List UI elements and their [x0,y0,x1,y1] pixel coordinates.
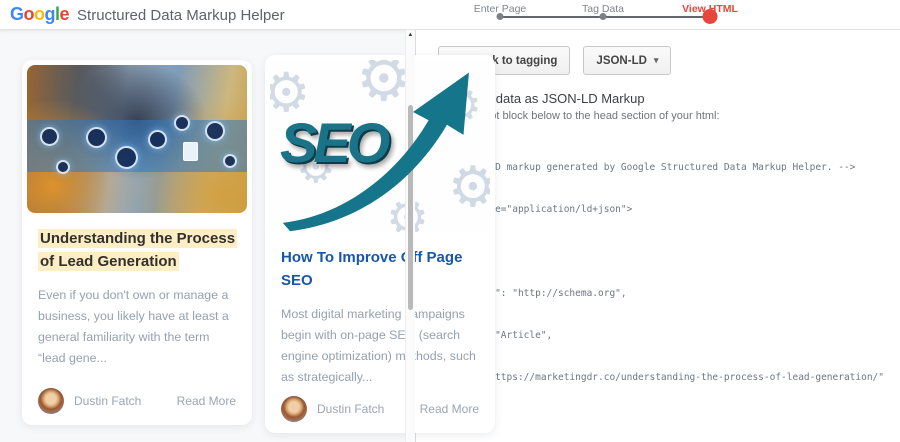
chevron-down-icon: ▾ [653,55,659,65]
page-preview-pane: Understanding the Process of Lead Genera… [0,30,495,442]
progress-stepper: Enter Page Tag Data View HTML [474,0,738,30]
article-image-seo: ⚙ ⚙ ⚙ ⚙ ⚙ ⚙ SEO [270,60,490,232]
collage-icon-circle [55,159,70,174]
main-area: Understanding the Process of Lead Genera… [0,30,900,442]
article-card-off-page-seo: ⚙ ⚙ ⚙ ⚙ ⚙ ⚙ SEO How To Improve Off Page … [265,55,495,433]
collage-icon-circle [222,153,237,168]
logo-letter: g [44,4,56,24]
collage-tablet-icon [183,141,199,161]
article-excerpt[interactable]: Most digital marketing campaigns begin w… [281,304,479,389]
article-footer: Dustin Fatch Read More [281,396,479,422]
step-dot [599,13,607,20]
google-logo: G o o g l e Structured Data Markup Helpe… [10,4,285,25]
code-line: } [432,413,884,427]
code-line: { [432,245,884,259]
article-footer: Dustin Fatch Read More [38,388,236,414]
code-line: <script type="application/ld+json"> [432,204,633,215]
article-excerpt[interactable]: Even if you don't own or manage a busine… [38,285,236,370]
author-name[interactable]: Dustin Fatch [317,402,384,416]
format-selector-label: JSON-LD [596,54,647,67]
step-view-html: View HTML [675,0,745,24]
markup-heading: Structured data as JSON-LD Markup [432,91,645,106]
format-selector-dropdown[interactable]: JSON-LD ▾ [583,46,672,75]
logo-letter: o [34,4,45,24]
markup-instructions: Add the script block below to the head s… [432,110,720,122]
author-avatar [281,396,307,422]
author-avatar [38,388,64,414]
code-line: "url": "https://marketingdr.co/understan… [432,372,884,383]
step-dot-active [702,9,718,24]
read-more-link[interactable]: Read More [420,402,479,416]
code-line: "@type": "Article", [444,330,553,341]
author-name[interactable]: Dustin Fatch [74,394,141,408]
code-line: "@context": "http://schema.org", [432,288,627,299]
app-header: G o o g l e Structured Data Markup Helpe… [0,0,900,30]
markup-toolbar: ← Back to tagging JSON-LD ▾ [432,38,884,77]
article-card-lead-generation: Understanding the Process of Lead Genera… [22,60,252,425]
code-line: <!-- JSON-LD markup generated by Google … [432,162,856,173]
page-title: Structured Data Markup Helper [77,7,285,24]
tagged-article-title[interactable]: Understanding the Process of Lead Genera… [38,229,238,272]
step-tag-data: Tag Data [568,0,638,20]
article-image-collage [27,65,247,213]
collage-icon-circle [148,130,167,150]
step-dot [496,13,504,20]
generated-code-block: <!-- JSON-LD markup generated by Google … [432,133,884,442]
seo-image-text: SEO [280,111,390,174]
read-more-link[interactable]: Read More [177,394,236,408]
step-enter-page: Enter Page [465,0,535,20]
scroll-up-arrow-icon[interactable]: ▲ [406,32,416,38]
logo-letter: G [10,4,24,24]
logo-letter: e [59,4,70,24]
article-title[interactable]: How To Improve Off Page SEO [281,246,479,293]
article-title: Understanding the Process of Lead Genera… [38,227,238,274]
logo-letter: o [23,4,35,24]
